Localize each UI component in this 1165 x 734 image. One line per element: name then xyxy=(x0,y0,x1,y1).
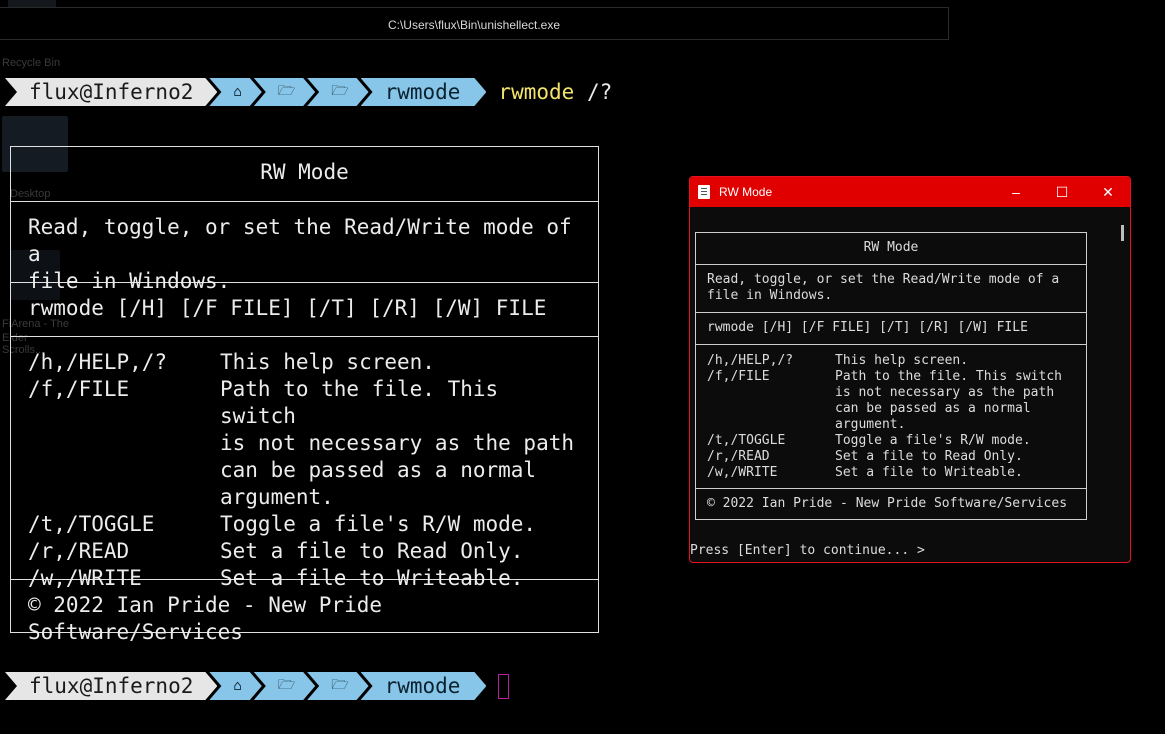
help-usage-section: rwmode [/H] [/F FILE] [/T] [/R] [/W] FIL… xyxy=(696,313,1086,345)
option-description: is not necessary as the path xyxy=(835,385,1055,400)
prompt-user-host: flux@Inferno2 xyxy=(29,80,194,104)
prompt-folder-segment: rwmode xyxy=(361,78,487,106)
minimize-button[interactable]: – xyxy=(993,177,1039,207)
prompt-user-segment: flux@Inferno2 xyxy=(5,78,217,106)
prompt-folder-name: rwmode xyxy=(384,674,461,698)
prompt-line: flux@Inferno2 ⌂ 🗁 🗁 rwmode xyxy=(5,672,510,700)
help-usage: rwmode [/H] [/F FILE] [/T] [/R] [/W] FIL… xyxy=(707,320,1028,335)
help-copyright-section: © 2022 Ian Pride - New Pride Software/Se… xyxy=(696,489,1086,519)
option-description: can be passed as a normal xyxy=(835,401,1031,416)
option-switch: /f,/FILE xyxy=(707,369,770,384)
prompt-line: flux@Inferno2 ⌂ 🗁 🗁 rwmode rwmode /? xyxy=(5,78,612,106)
option-switch: /h,/HELP,/? xyxy=(28,350,168,374)
option-row: /t,/TOGGLE Toggle a file's R/W mode. xyxy=(28,511,581,538)
folder-icon: 🗁 xyxy=(254,672,315,700)
option-description: This help screen. xyxy=(220,350,435,374)
option-row: /f,/FILE Path to the file. This switch i… xyxy=(28,376,581,511)
option-switch: /f,/FILE xyxy=(28,377,130,401)
option-row: /r,/READ Set a file to Read Only. xyxy=(28,538,581,565)
option-row: /h,/HELP,/? This help screen. xyxy=(707,353,1075,369)
option-description: argument. xyxy=(835,417,906,432)
help-box-small: RW Mode Read, toggle, or set the Read/Wr… xyxy=(695,232,1087,520)
help-options-section: /h,/HELP,/? This help screen. /f,/FILE P… xyxy=(11,337,598,590)
prompt-user-segment: flux@Inferno2 xyxy=(5,672,217,700)
help-description-line: Read, toggle, or set the Read/Write mode… xyxy=(707,272,1060,287)
option-description: is not necessary as the path xyxy=(220,431,575,455)
option-switch: /h,/HELP,/? xyxy=(707,353,794,368)
option-row: /r,/READ Set a file to Read Only. xyxy=(707,449,1075,465)
folder-icon: 🗁 xyxy=(307,672,368,700)
prompt-folder-name: rwmode xyxy=(384,80,461,104)
prompt-user-host: flux@Inferno2 xyxy=(29,674,194,698)
help-title-section: RW Mode xyxy=(696,233,1086,265)
option-description: argument. xyxy=(220,485,334,509)
help-options-section: /h,/HELP,/? This help screen. /f,/FILE P… xyxy=(696,345,1086,489)
option-description: Path to the file. This switch xyxy=(835,369,1062,384)
option-switch: /w,/WRITE xyxy=(707,465,778,480)
terminal-titlebar[interactable]: C:\Users\flux\Bin\unishellect.exe xyxy=(0,7,949,40)
help-title: RW Mode xyxy=(260,160,349,184)
command-line: rwmode /? xyxy=(498,80,612,104)
help-title: RW Mode xyxy=(863,240,919,255)
option-switch: /r,/READ xyxy=(707,449,770,464)
option-switch: /r,/READ xyxy=(28,539,130,563)
maximize-button[interactable]: ☐ xyxy=(1039,177,1085,207)
option-row: /f,/FILE Path to the file. This switch i… xyxy=(707,369,1075,433)
scrollbar-thumb[interactable] xyxy=(1121,225,1124,241)
help-copyright: © 2022 Ian Pride - New Pride Software/Se… xyxy=(707,496,1068,511)
desktop-icon-label: Recycle Bin xyxy=(2,57,61,69)
terminal-cursor[interactable] xyxy=(498,673,510,699)
rw-mode-window-title: RW Mode xyxy=(719,185,773,199)
option-row: /t,/TOGGLE Toggle a file's R/W mode. xyxy=(707,433,1075,449)
command-args: /? xyxy=(586,80,613,104)
option-description: Toggle a file's R/W mode. xyxy=(220,512,537,536)
option-switch: /t,/TOGGLE xyxy=(28,512,155,536)
option-description: Set a file to Writeable. xyxy=(835,465,1023,480)
option-row: /w,/WRITE Set a file to Writeable. xyxy=(707,465,1075,481)
option-description: Toggle a file's R/W mode. xyxy=(835,433,1031,448)
help-box: RW Mode Read, toggle, or set the Read/Wr… xyxy=(10,146,599,644)
prompt-folder-segment: rwmode xyxy=(361,672,487,700)
command-name: rwmode xyxy=(498,80,575,104)
notepad-icon xyxy=(698,185,710,199)
folder-icon: 🗁 xyxy=(254,78,315,106)
help-usage: rwmode [/H] [/F FILE] [/T] [/R] [/W] FIL… xyxy=(28,296,547,320)
help-description-section: Read, toggle, or set the Read/Write mode… xyxy=(696,265,1086,313)
option-description: Path to the file. This switch xyxy=(220,377,499,428)
option-description: Set a file to Writeable. xyxy=(220,566,524,590)
option-row: /h,/HELP,/? This help screen. xyxy=(28,349,581,376)
rw-mode-titlebar[interactable]: RW Mode – ☐ ✕ xyxy=(690,177,1130,207)
option-description: This help screen. xyxy=(835,353,969,368)
help-copyright: © 2022 Ian Pride - New Pride Software/Se… xyxy=(28,593,383,644)
close-button[interactable]: ✕ xyxy=(1085,177,1130,207)
continue-prompt: Press [Enter] to continue... > xyxy=(690,543,925,558)
help-description-line: file in Windows. xyxy=(707,288,833,303)
terminal-window-title: C:\Users\flux\Bin\unishellect.exe xyxy=(387,18,561,32)
rw-mode-window[interactable]: RW Mode – ☐ ✕ RW Mode Read, toggle, or s… xyxy=(689,176,1131,563)
help-description-line: Read, toggle, or set the Read/Write mode… xyxy=(28,215,572,266)
help-title-section: RW Mode xyxy=(11,147,598,202)
option-switch: /t,/TOGGLE xyxy=(707,433,786,448)
option-switch: /w,/WRITE xyxy=(28,566,142,590)
option-description: Set a file to Read Only. xyxy=(220,539,524,563)
option-description: can be passed as a normal xyxy=(220,458,537,482)
option-description: Set a file to Read Only. xyxy=(835,449,1023,464)
option-row: /w,/WRITE Set a file to Writeable. xyxy=(28,565,581,592)
help-description-section: Read, toggle, or set the Read/Write mode… xyxy=(11,202,598,293)
folder-icon: 🗁 xyxy=(307,78,368,106)
